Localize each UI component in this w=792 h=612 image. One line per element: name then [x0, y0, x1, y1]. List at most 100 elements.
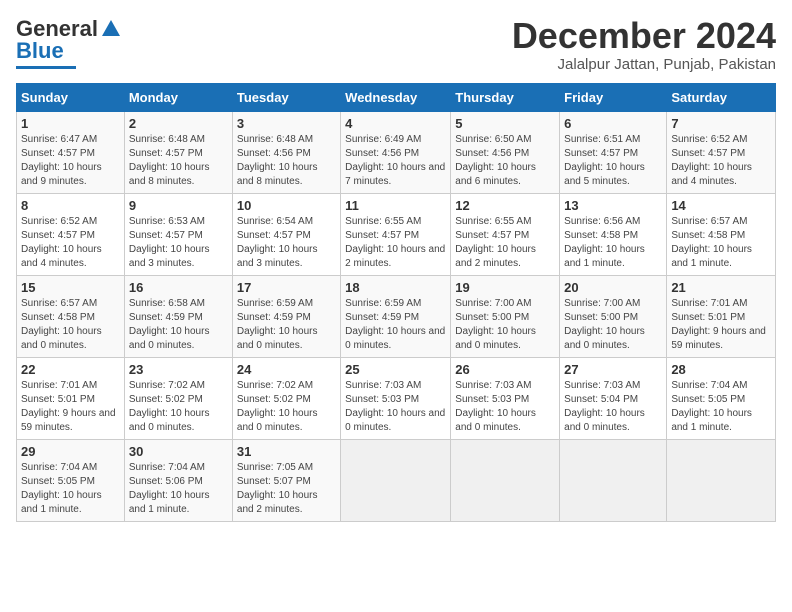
calendar-cell	[341, 439, 451, 521]
weekday-header-monday: Monday	[124, 83, 232, 111]
week-row-4: 22 Sunrise: 7:01 AM Sunset: 5:01 PM Dayl…	[17, 357, 776, 439]
calendar-cell: 8 Sunrise: 6:52 AM Sunset: 4:57 PM Dayli…	[17, 193, 125, 275]
day-info: Sunrise: 6:57 AM Sunset: 4:58 PM Dayligh…	[671, 215, 771, 271]
day-number: 22	[21, 362, 120, 377]
week-row-1: 1 Sunrise: 6:47 AM Sunset: 4:57 PM Dayli…	[17, 111, 776, 193]
week-row-2: 8 Sunrise: 6:52 AM Sunset: 4:57 PM Dayli…	[17, 193, 776, 275]
calendar-cell: 22 Sunrise: 7:01 AM Sunset: 5:01 PM Dayl…	[17, 357, 125, 439]
calendar-cell: 26 Sunrise: 7:03 AM Sunset: 5:03 PM Dayl…	[451, 357, 560, 439]
day-number: 25	[345, 362, 446, 377]
day-info: Sunrise: 6:55 AM Sunset: 4:57 PM Dayligh…	[345, 215, 446, 271]
day-info: Sunrise: 7:05 AM Sunset: 5:07 PM Dayligh…	[237, 461, 336, 517]
day-info: Sunrise: 6:50 AM Sunset: 4:56 PM Dayligh…	[455, 133, 555, 189]
day-info: Sunrise: 7:03 AM Sunset: 5:03 PM Dayligh…	[455, 379, 555, 435]
calendar-cell: 17 Sunrise: 6:59 AM Sunset: 4:59 PM Dayl…	[232, 275, 340, 357]
day-number: 12	[455, 198, 555, 213]
day-info: Sunrise: 6:54 AM Sunset: 4:57 PM Dayligh…	[237, 215, 336, 271]
calendar-cell: 13 Sunrise: 6:56 AM Sunset: 4:58 PM Dayl…	[560, 193, 667, 275]
weekday-header-tuesday: Tuesday	[232, 83, 340, 111]
calendar-table: SundayMondayTuesdayWednesdayThursdayFrid…	[16, 83, 776, 522]
calendar-cell: 3 Sunrise: 6:48 AM Sunset: 4:56 PM Dayli…	[232, 111, 340, 193]
weekday-header-friday: Friday	[560, 83, 667, 111]
header: General Blue December 2024 Jalalpur Jatt…	[16, 16, 776, 73]
calendar-cell: 9 Sunrise: 6:53 AM Sunset: 4:57 PM Dayli…	[124, 193, 232, 275]
day-info: Sunrise: 6:59 AM Sunset: 4:59 PM Dayligh…	[345, 297, 446, 353]
day-info: Sunrise: 6:48 AM Sunset: 4:56 PM Dayligh…	[237, 133, 336, 189]
day-number: 10	[237, 198, 336, 213]
calendar-cell: 20 Sunrise: 7:00 AM Sunset: 5:00 PM Dayl…	[560, 275, 667, 357]
day-number: 9	[129, 198, 228, 213]
calendar-cell: 18 Sunrise: 6:59 AM Sunset: 4:59 PM Dayl…	[341, 275, 451, 357]
calendar-cell: 19 Sunrise: 7:00 AM Sunset: 5:00 PM Dayl…	[451, 275, 560, 357]
day-info: Sunrise: 7:04 AM Sunset: 5:05 PM Dayligh…	[21, 461, 120, 517]
day-number: 11	[345, 198, 446, 213]
day-number: 16	[129, 280, 228, 295]
day-info: Sunrise: 7:03 AM Sunset: 5:03 PM Dayligh…	[345, 379, 446, 435]
weekday-header-thursday: Thursday	[451, 83, 560, 111]
day-number: 20	[564, 280, 662, 295]
weekday-header-wednesday: Wednesday	[341, 83, 451, 111]
day-info: Sunrise: 7:00 AM Sunset: 5:00 PM Dayligh…	[455, 297, 555, 353]
calendar-cell: 6 Sunrise: 6:51 AM Sunset: 4:57 PM Dayli…	[560, 111, 667, 193]
calendar-cell: 25 Sunrise: 7:03 AM Sunset: 5:03 PM Dayl…	[341, 357, 451, 439]
logo-icon	[100, 18, 122, 40]
location-title: Jalalpur Jattan, Punjab, Pakistan	[512, 56, 776, 73]
calendar-cell: 23 Sunrise: 7:02 AM Sunset: 5:02 PM Dayl…	[124, 357, 232, 439]
day-number: 13	[564, 198, 662, 213]
day-number: 24	[237, 362, 336, 377]
day-info: Sunrise: 6:52 AM Sunset: 4:57 PM Dayligh…	[671, 133, 771, 189]
day-number: 6	[564, 116, 662, 131]
day-number: 7	[671, 116, 771, 131]
day-info: Sunrise: 6:56 AM Sunset: 4:58 PM Dayligh…	[564, 215, 662, 271]
day-info: Sunrise: 6:55 AM Sunset: 4:57 PM Dayligh…	[455, 215, 555, 271]
calendar-cell: 2 Sunrise: 6:48 AM Sunset: 4:57 PM Dayli…	[124, 111, 232, 193]
day-number: 17	[237, 280, 336, 295]
logo-blue: Blue	[16, 38, 64, 64]
calendar-cell: 12 Sunrise: 6:55 AM Sunset: 4:57 PM Dayl…	[451, 193, 560, 275]
day-info: Sunrise: 7:01 AM Sunset: 5:01 PM Dayligh…	[671, 297, 771, 353]
day-info: Sunrise: 6:49 AM Sunset: 4:56 PM Dayligh…	[345, 133, 446, 189]
day-info: Sunrise: 6:51 AM Sunset: 4:57 PM Dayligh…	[564, 133, 662, 189]
day-number: 5	[455, 116, 555, 131]
day-number: 4	[345, 116, 446, 131]
calendar-cell: 21 Sunrise: 7:01 AM Sunset: 5:01 PM Dayl…	[667, 275, 776, 357]
day-number: 29	[21, 444, 120, 459]
day-info: Sunrise: 6:59 AM Sunset: 4:59 PM Dayligh…	[237, 297, 336, 353]
month-title: December 2024	[512, 16, 776, 56]
day-number: 14	[671, 198, 771, 213]
calendar-cell: 27 Sunrise: 7:03 AM Sunset: 5:04 PM Dayl…	[560, 357, 667, 439]
calendar-cell: 11 Sunrise: 6:55 AM Sunset: 4:57 PM Dayl…	[341, 193, 451, 275]
day-info: Sunrise: 7:04 AM Sunset: 5:06 PM Dayligh…	[129, 461, 228, 517]
logo: General Blue	[16, 16, 122, 69]
week-row-3: 15 Sunrise: 6:57 AM Sunset: 4:58 PM Dayl…	[17, 275, 776, 357]
day-number: 30	[129, 444, 228, 459]
day-number: 3	[237, 116, 336, 131]
day-number: 15	[21, 280, 120, 295]
day-info: Sunrise: 7:04 AM Sunset: 5:05 PM Dayligh…	[671, 379, 771, 435]
calendar-cell: 7 Sunrise: 6:52 AM Sunset: 4:57 PM Dayli…	[667, 111, 776, 193]
day-info: Sunrise: 7:00 AM Sunset: 5:00 PM Dayligh…	[564, 297, 662, 353]
weekday-header-row: SundayMondayTuesdayWednesdayThursdayFrid…	[17, 83, 776, 111]
day-number: 1	[21, 116, 120, 131]
calendar-cell	[667, 439, 776, 521]
calendar-cell: 15 Sunrise: 6:57 AM Sunset: 4:58 PM Dayl…	[17, 275, 125, 357]
calendar-cell: 30 Sunrise: 7:04 AM Sunset: 5:06 PM Dayl…	[124, 439, 232, 521]
calendar-cell: 28 Sunrise: 7:04 AM Sunset: 5:05 PM Dayl…	[667, 357, 776, 439]
calendar-cell: 4 Sunrise: 6:49 AM Sunset: 4:56 PM Dayli…	[341, 111, 451, 193]
day-number: 31	[237, 444, 336, 459]
day-number: 27	[564, 362, 662, 377]
week-row-5: 29 Sunrise: 7:04 AM Sunset: 5:05 PM Dayl…	[17, 439, 776, 521]
calendar-cell	[451, 439, 560, 521]
day-number: 8	[21, 198, 120, 213]
day-number: 21	[671, 280, 771, 295]
day-info: Sunrise: 6:52 AM Sunset: 4:57 PM Dayligh…	[21, 215, 120, 271]
calendar-cell	[560, 439, 667, 521]
weekday-header-saturday: Saturday	[667, 83, 776, 111]
calendar-cell: 14 Sunrise: 6:57 AM Sunset: 4:58 PM Dayl…	[667, 193, 776, 275]
day-number: 28	[671, 362, 771, 377]
calendar-cell: 5 Sunrise: 6:50 AM Sunset: 4:56 PM Dayli…	[451, 111, 560, 193]
day-number: 23	[129, 362, 228, 377]
calendar-cell: 10 Sunrise: 6:54 AM Sunset: 4:57 PM Dayl…	[232, 193, 340, 275]
logo-underline	[16, 66, 76, 69]
title-area: December 2024 Jalalpur Jattan, Punjab, P…	[512, 16, 776, 73]
